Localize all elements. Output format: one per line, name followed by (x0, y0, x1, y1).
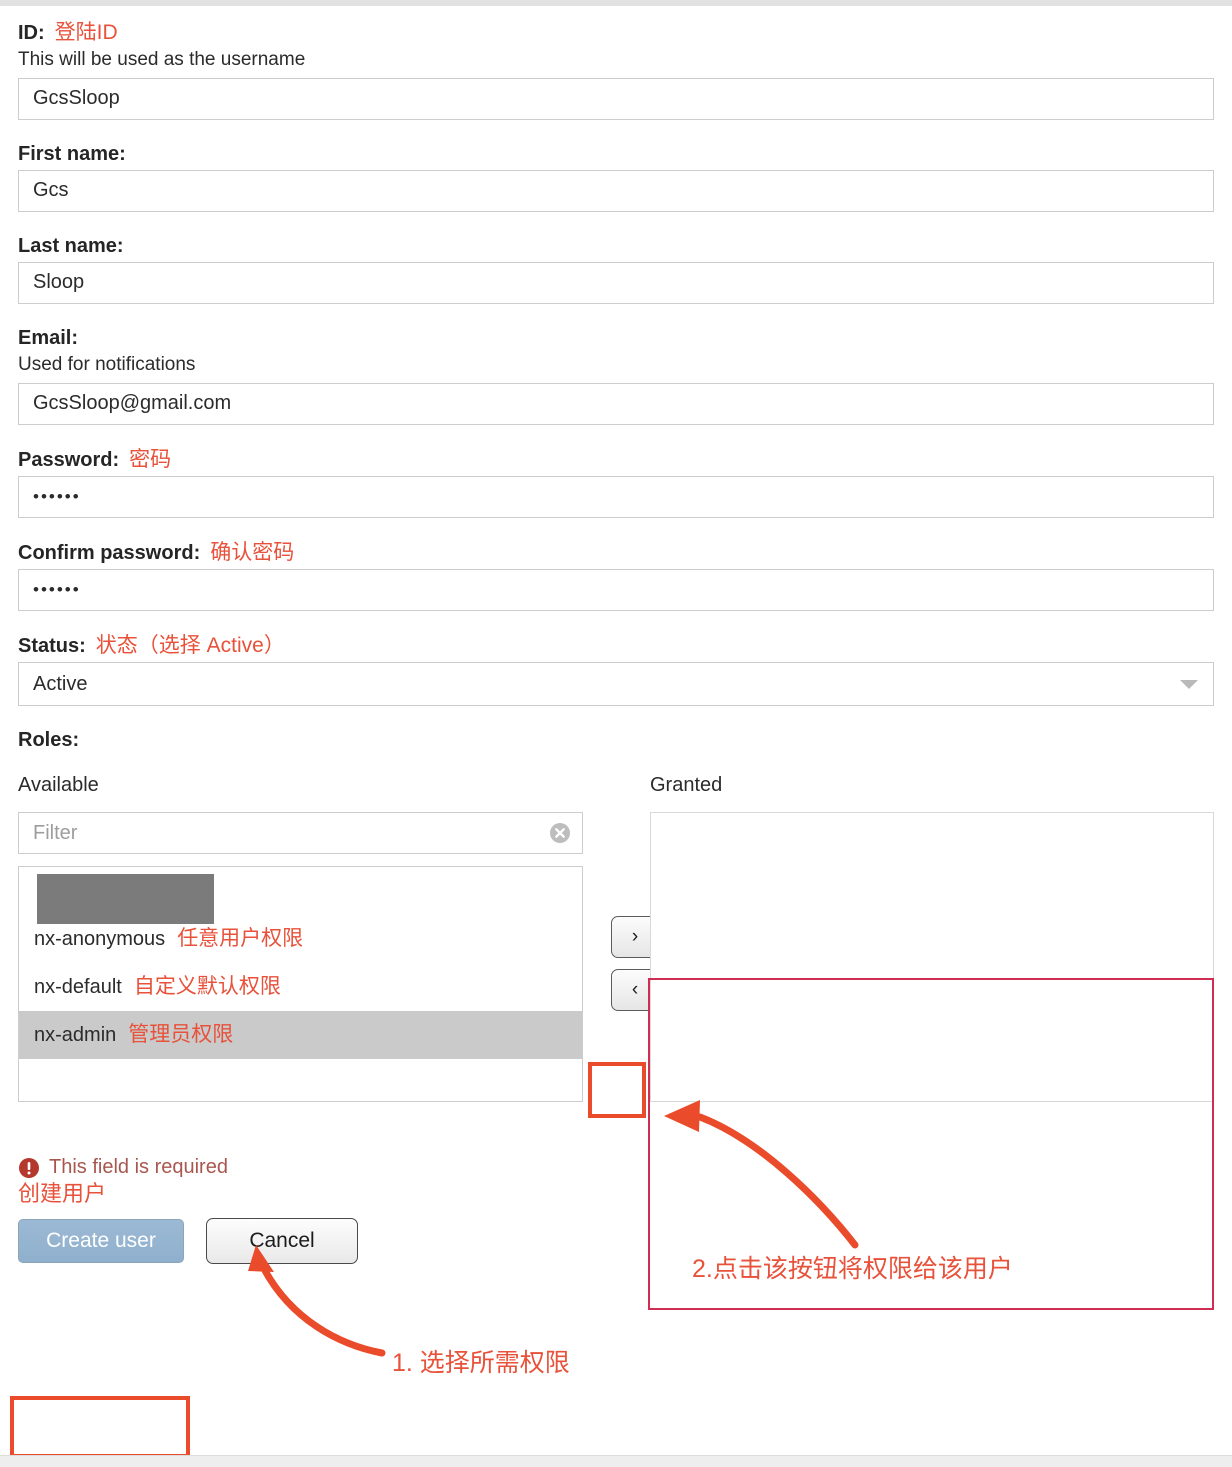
last-name-label: Last name: (18, 234, 1214, 258)
status-label-annotation: 状态（选择 Active） (95, 634, 285, 658)
password-label-text: Password: (18, 448, 120, 471)
first-name-input[interactable] (18, 169, 1214, 212)
confirm-password-input[interactable]: •••••• (18, 569, 1214, 612)
clear-circle-icon[interactable] (549, 822, 571, 844)
roles-label-text: Roles: (18, 729, 80, 752)
id-label: ID: 登陆ID (18, 20, 1214, 45)
confirm-password-label-text: Confirm password: (18, 541, 201, 564)
confirm-password-label: Confirm password: 确认密码 (18, 540, 1214, 565)
role-annotation: 管理员权限 (128, 1023, 234, 1047)
create-user-button[interactable]: Create user (18, 1218, 184, 1263)
role-annotation: 任意用户权限 (177, 927, 304, 951)
bottom-chrome-strip (0, 1455, 1232, 1467)
email-label: Email: (18, 326, 1214, 350)
top-chrome-strip (0, 0, 1232, 6)
available-roles-list[interactable]: nx-anonymous 任意用户权限 nx-default 自定义默认权限 nx-… (18, 866, 583, 1103)
cancel-button[interactable]: Cancel (206, 1217, 358, 1264)
create-user-form: ID: 登陆ID This will be used as the usernam… (18, 20, 1214, 1264)
password-label-annotation: 密码 (129, 447, 172, 471)
validation-error: This field is required (18, 1156, 1214, 1179)
role-name: nx-admin (34, 1024, 117, 1047)
roles-dual-list: Available Granted nx-anonymous 任意用户权限 nx-… (18, 774, 1214, 1146)
role-name: nx-anonymous (34, 928, 166, 951)
id-input[interactable] (18, 77, 1214, 120)
roles-filter (18, 812, 583, 855)
first-name-label-text: First name: (18, 142, 126, 165)
confirm-password-masked-value: •••••• (33, 580, 81, 600)
email-input[interactable] (18, 382, 1214, 425)
granted-roles-list[interactable] (650, 812, 1214, 1103)
status-selected-value: Active (33, 672, 88, 695)
password-label: Password: 密码 (18, 447, 1214, 472)
annotation-step1-text: 1. 选择所需权限 (392, 1349, 570, 1377)
roles-filter-input[interactable] (18, 812, 583, 855)
list-item[interactable]: nx-default 自定义默认权限 (19, 963, 582, 1011)
status-label: Status: 状态（选择 Active） (18, 633, 1214, 658)
redacted-block (37, 874, 214, 925)
id-hint: This will be used as the username (18, 49, 306, 71)
role-annotation: 自定义默认权限 (133, 975, 281, 999)
available-column-title: Available (18, 774, 99, 797)
role-name: nx-default (34, 976, 122, 999)
form-actions: Create user Cancel (18, 1217, 1214, 1264)
status-select[interactable]: Active (18, 662, 1214, 707)
chevron-down-icon (1180, 680, 1198, 690)
email-label-text: Email: (18, 326, 79, 349)
first-name-label: First name: (18, 142, 1214, 166)
id-label-text: ID: (18, 22, 45, 44)
password-input[interactable]: •••••• (18, 475, 1214, 518)
password-masked-value: •••••• (33, 486, 81, 506)
status-label-text: Status: (18, 635, 86, 658)
create-user-annotation: 创建用户 (18, 1181, 107, 1207)
create-button-highlight-box (10, 1396, 190, 1458)
confirm-password-label-annotation: 确认密码 (210, 540, 295, 564)
roles-label: Roles: (18, 728, 1214, 752)
validation-error-text: This field is required (49, 1156, 228, 1179)
last-name-input[interactable] (18, 261, 1214, 304)
granted-column-title: Granted (650, 774, 723, 797)
email-hint: Used for notifications (18, 353, 196, 375)
list-item-selected[interactable]: nx-admin 管理员权限 (19, 1011, 582, 1060)
last-name-label-text: Last name: (18, 234, 124, 257)
id-label-annotation: 登陆ID (54, 21, 118, 44)
error-circle-icon (18, 1157, 40, 1179)
